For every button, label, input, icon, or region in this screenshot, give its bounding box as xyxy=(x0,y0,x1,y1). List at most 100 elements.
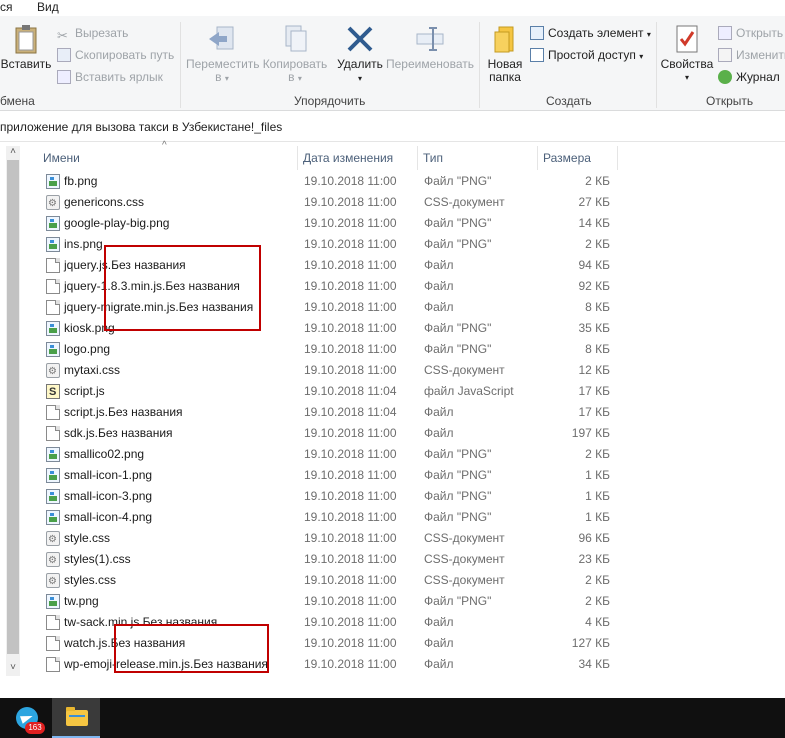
file-row[interactable]: small-icon-3.png 19.10.2018 11:00 Файл "PN… xyxy=(38,486,638,507)
paste-button[interactable]: Вставить xyxy=(0,24,52,71)
file-date: 19.10.2018 11:00 xyxy=(304,426,397,440)
file-name: mytaxi.css xyxy=(64,363,121,377)
file-row[interactable]: smallico02.png 19.10.2018 11:00 Файл "PNG"… xyxy=(38,444,638,465)
cut-button[interactable]: ✂ Вырезать xyxy=(57,24,128,43)
properties-icon xyxy=(676,25,698,53)
new-folder-button[interactable]: Новая папка xyxy=(484,24,526,84)
chevron-down-icon: ▾ xyxy=(646,30,651,39)
copy-path-label: Скопировать путь xyxy=(75,48,175,62)
scroll-down-icon[interactable]: ˅ xyxy=(6,662,20,676)
rename-button[interactable]: Переименовать xyxy=(386,24,474,71)
file-date: 19.10.2018 11:00 xyxy=(304,342,397,356)
address-bar[interactable]: приложение для вызова такси в Узбекистан… xyxy=(0,111,785,142)
file-file-icon xyxy=(46,615,60,630)
new-item-button[interactable]: Создать элемент ▾ xyxy=(530,24,651,42)
file-date: 19.10.2018 11:00 xyxy=(304,195,397,209)
column-size[interactable]: Размера xyxy=(538,146,618,170)
file-size: 23 КБ xyxy=(578,552,610,566)
easy-access-button[interactable]: Простой доступ ▾ xyxy=(530,46,643,64)
properties-label: Свойства xyxy=(660,57,714,71)
rename-icon xyxy=(416,27,444,51)
column-date-modified[interactable]: Дата изменения xyxy=(298,146,418,170)
file-name: script.js.Без названия xyxy=(64,405,183,419)
copy-to-button[interactable]: Копировать в ▾ xyxy=(260,24,330,85)
move-to-suffix: в xyxy=(215,70,222,84)
delete-icon xyxy=(347,26,373,52)
file-date: 19.10.2018 11:00 xyxy=(304,258,397,272)
menu-bar: ся Вид xyxy=(0,0,785,16)
file-row[interactable]: genericons.css 19.10.2018 11:00 CSS-докуме… xyxy=(38,192,638,214)
file-size: 35 КБ xyxy=(578,321,610,335)
chevron-down-icon: ▾ xyxy=(297,74,302,83)
menu-item-file[interactable]: ся xyxy=(0,0,13,14)
file-type: Файл "PNG" xyxy=(424,174,492,188)
file-row[interactable]: logo.png 19.10.2018 11:00 Файл "PNG" 8 КБ xyxy=(38,339,638,360)
history-button[interactable]: Журнал xyxy=(718,68,780,86)
easy-access-label: Простой доступ xyxy=(548,48,636,62)
file-size: 2 КБ xyxy=(585,237,610,251)
nav-pane-scrollbar[interactable]: ˄ ˅ xyxy=(6,146,20,676)
file-row[interactable]: script.js.Без названия 19.10.2018 11:04 Фа… xyxy=(38,402,638,423)
file-size: 197 КБ xyxy=(571,426,610,440)
file-row[interactable]: tw.png 19.10.2018 11:00 Файл "PNG" 2 КБ xyxy=(38,591,638,612)
file-type: Файл xyxy=(424,636,454,650)
file-date: 19.10.2018 11:00 xyxy=(304,531,397,545)
file-row[interactable]: sdk.js.Без названия 19.10.2018 11:00 Файл 1… xyxy=(38,423,638,444)
open-button[interactable]: Открыть xyxy=(718,24,783,42)
menu-item-view[interactable]: Вид xyxy=(37,0,59,14)
move-to-button[interactable]: Переместить в ▾ xyxy=(186,24,260,85)
telegram-taskbar-button[interactable]: 163 xyxy=(3,698,51,738)
file-row[interactable]: style.css 19.10.2018 11:00 CSS-документ 96 … xyxy=(38,528,638,550)
file-explorer-taskbar-button[interactable] xyxy=(52,698,100,738)
file-name: small-icon-4.png xyxy=(64,510,153,524)
taskbar: 163 xyxy=(0,698,785,738)
file-row[interactable]: small-icon-4.png 19.10.2018 11:00 Файл "PN… xyxy=(38,507,638,528)
copy-to-icon xyxy=(285,25,307,52)
file-file-icon xyxy=(46,636,60,651)
file-row[interactable]: fb.png 19.10.2018 11:00 Файл "PNG" 2 КБ xyxy=(38,171,638,192)
file-row[interactable]: styles.css 19.10.2018 11:00 CSS-документ 2 … xyxy=(38,570,638,592)
delete-label: Удалить ▾ xyxy=(334,58,386,85)
file-name: style.css xyxy=(64,531,111,545)
move-to-icon xyxy=(209,26,234,50)
file-name: smallico02.png xyxy=(64,447,145,461)
delete-button[interactable]: Удалить ▾ xyxy=(334,24,386,85)
file-type: Файл "PNG" xyxy=(424,594,492,608)
file-row[interactable]: google-play-big.png 19.10.2018 11:00 Файл … xyxy=(38,213,638,234)
scrollbar-thumb[interactable] xyxy=(7,160,19,654)
column-type[interactable]: Тип xyxy=(418,146,538,170)
png-file-icon xyxy=(46,237,60,252)
file-type: Файл xyxy=(424,258,454,272)
file-row[interactable]: small-icon-1.png 19.10.2018 11:00 Файл "PN… xyxy=(38,465,638,486)
file-size: 96 КБ xyxy=(578,531,610,545)
paste-shortcut-button[interactable]: Вставить ярлык xyxy=(57,68,163,86)
file-date: 19.10.2018 11:00 xyxy=(304,573,397,587)
file-type: CSS-документ xyxy=(424,363,505,377)
file-name: styles(1).css xyxy=(64,552,131,566)
properties-button[interactable]: Свойства ▾ xyxy=(660,24,714,84)
file-size: 1 КБ xyxy=(585,489,610,503)
file-name: logo.png xyxy=(64,342,111,356)
file-date: 19.10.2018 11:00 xyxy=(304,174,397,188)
open-label: Открыть xyxy=(736,26,784,40)
file-row[interactable]: script.js 19.10.2018 11:04 файл JavaScript… xyxy=(38,381,638,403)
file-row[interactable]: mytaxi.css 19.10.2018 11:00 CSS-документ 12… xyxy=(38,360,638,382)
column-header: ^ Имени Дата изменения Тип Размера xyxy=(38,140,638,170)
copy-path-button[interactable]: Скопировать путь xyxy=(57,46,174,64)
file-date: 19.10.2018 11:00 xyxy=(304,300,397,314)
column-name[interactable]: Имени xyxy=(38,146,298,170)
css-file-icon xyxy=(46,193,60,214)
scroll-up-icon[interactable]: ˄ xyxy=(6,146,20,160)
file-file-icon xyxy=(46,300,60,315)
ribbon-separator xyxy=(479,22,480,108)
file-date: 19.10.2018 11:00 xyxy=(304,657,397,671)
file-date: 19.10.2018 11:00 xyxy=(304,552,397,566)
file-row[interactable]: styles(1).css 19.10.2018 11:00 CSS-докумен… xyxy=(38,549,638,571)
organize-group-label: Упорядочить xyxy=(294,94,366,108)
edit-button[interactable]: Изменить xyxy=(718,46,785,64)
file-size: 34 КБ xyxy=(578,657,610,671)
move-to-label-2: в ▾ xyxy=(186,71,258,85)
file-date: 19.10.2018 11:00 xyxy=(304,615,397,629)
css-file-icon xyxy=(46,550,60,571)
file-date: 19.10.2018 11:04 xyxy=(304,384,397,398)
